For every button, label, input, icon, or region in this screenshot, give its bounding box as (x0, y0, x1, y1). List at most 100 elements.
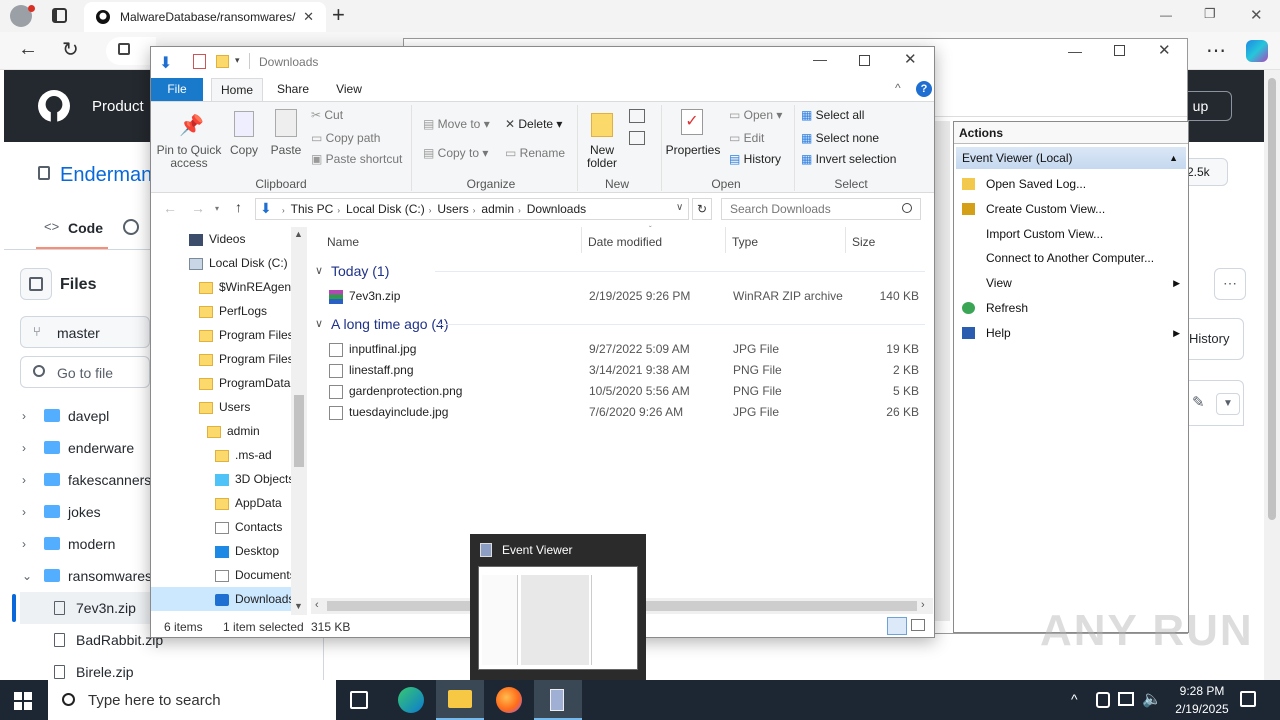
notifications-icon[interactable] (1240, 691, 1256, 707)
nav-item[interactable]: $WinREAgent (151, 275, 291, 299)
ev-section-header[interactable]: Event Viewer (Local) ▲ (956, 147, 1186, 169)
go-to-file-input[interactable]: Go to file (20, 356, 150, 388)
nav-item[interactable]: .ms-ad (151, 443, 291, 467)
edit-file-button[interactable]: ✎ ▼ (1188, 380, 1244, 426)
copy-to-button[interactable]: ▤ Copy to ▾ (423, 143, 488, 163)
file-row[interactable]: linestaff.png 3/14/2021 9:38 AM PNG File 2 … (321, 360, 931, 381)
up-arrow-icon[interactable]: ↑ (235, 199, 242, 215)
edge-icon[interactable] (398, 687, 424, 713)
nav-item[interactable]: admin (151, 419, 291, 443)
chevron-right-icon[interactable]: › (22, 400, 26, 432)
reload-icon[interactable]: ↻ (62, 37, 79, 62)
chevron-down-icon[interactable]: ⌄ (22, 560, 32, 592)
ev-minimize-button[interactable]: — (1068, 43, 1082, 59)
tab-code[interactable]: Code (68, 220, 103, 236)
restore-button[interactable]: ❐ (1204, 6, 1216, 22)
refresh-icon[interactable]: ↻ (692, 198, 712, 220)
nav-item[interactable]: Users (151, 395, 291, 419)
nav-item[interactable]: Contacts (151, 515, 291, 539)
ev-action-item[interactable]: Create Custom View... (958, 197, 1186, 221)
ev-close-button[interactable]: ✕ (1158, 41, 1171, 59)
group-chevron-icon[interactable]: ∨ (315, 314, 323, 334)
file-row[interactable]: inputfinal.jpg 9/27/2022 5:09 AM JPG File 1… (321, 339, 931, 360)
clock-date[interactable]: 2/19/2025 (1166, 702, 1238, 716)
nav-item[interactable]: Program Files (151, 323, 291, 347)
help-icon[interactable]: ? (916, 81, 932, 97)
breadcrumb-item[interactable]: This PC (291, 202, 334, 216)
paste-button[interactable]: Paste (267, 144, 305, 157)
breadcrumb-separator-icon[interactable]: › (337, 206, 340, 215)
ev-maximize-button[interactable] (1114, 45, 1125, 56)
file-group-header[interactable]: ∨ Today (1) (315, 261, 925, 281)
select-all-button[interactable]: ▦ Select all (801, 105, 864, 125)
ev-action-item[interactable]: Connect to Another Computer... (958, 246, 1186, 270)
history-ribbon-button[interactable]: ▤ History (729, 149, 781, 169)
breadcrumb-item[interactable]: admin (481, 202, 514, 216)
breadcrumb-item[interactable]: Downloads (527, 202, 586, 216)
edit-button[interactable]: ▭ Edit (729, 128, 764, 148)
copy-button[interactable]: Copy (225, 144, 263, 157)
issues-icon[interactable] (123, 219, 139, 235)
close-button[interactable]: ✕ (1250, 6, 1263, 24)
nav-item[interactable]: Videos (151, 227, 291, 251)
column-size[interactable]: Size (852, 235, 875, 249)
tab-share[interactable]: Share (269, 78, 317, 101)
file-row[interactable]: gardenprotection.png 10/5/2020 5:56 AM PNG… (321, 381, 931, 402)
firefox-icon[interactable] (496, 687, 522, 713)
chevron-right-icon[interactable]: › (22, 496, 26, 528)
more-options-button[interactable]: ⋯ (1214, 268, 1246, 300)
breadcrumb-item[interactable]: Users (437, 202, 468, 216)
clock-time[interactable]: 9:28 PM (1172, 684, 1232, 698)
address-bar[interactable]: ⬇ › This PC › Local Disk (C:) › Users › admin › D… (255, 198, 689, 220)
scroll-up-icon[interactable]: ▲ (294, 229, 303, 239)
nav-scrollbar[interactable]: ▲ ▼ (291, 227, 307, 615)
column-name[interactable]: Name (327, 235, 359, 249)
page-scrollbar-thumb[interactable] (1268, 78, 1276, 520)
breadcrumb-separator-icon[interactable]: › (282, 206, 285, 215)
search-box[interactable]: Search Downloads (721, 198, 921, 220)
quick-access-download-icon[interactable]: ⬇ (159, 53, 172, 73)
tree-item[interactable]: 7ev3n.zip (20, 592, 150, 624)
nav-item[interactable]: ProgramData (151, 371, 291, 395)
breadcrumb-separator-icon[interactable]: › (429, 206, 432, 215)
breadcrumb-item[interactable]: Local Disk (C:) (346, 202, 425, 216)
explorer-taskbar-button[interactable] (436, 680, 484, 720)
ev-action-item[interactable]: Help ▶ (958, 321, 1186, 345)
start-button[interactable] (14, 692, 32, 710)
tab-file[interactable]: File (151, 78, 203, 101)
column-date-modified[interactable]: Date modified (588, 235, 662, 249)
rename-button[interactable]: ▭ Rename (505, 143, 565, 163)
github-logo-icon[interactable] (38, 90, 70, 122)
delete-button[interactable]: ✕ Delete ▾ (505, 114, 562, 134)
scroll-left-icon[interactable]: ‹ (315, 599, 319, 611)
ev-action-item[interactable]: Refresh (958, 296, 1186, 320)
tab-close-icon[interactable]: ✕ (303, 2, 314, 32)
select-none-button[interactable]: ▦ Select none (801, 128, 879, 148)
new-folder-quick-icon[interactable] (216, 55, 229, 68)
nav-item[interactable]: Program Files (151, 347, 291, 371)
new-item-icon[interactable] (629, 109, 645, 123)
branch-selector[interactable]: ⑂ master (20, 316, 150, 348)
tray-app-icon[interactable] (1096, 692, 1110, 708)
chevron-right-icon[interactable]: › (22, 432, 26, 464)
tab-view[interactable]: View (325, 78, 373, 101)
move-to-button[interactable]: ▤ Move to ▾ (423, 114, 490, 134)
chevron-right-icon[interactable]: › (22, 464, 26, 496)
recent-locations-icon[interactable]: ▾ (215, 204, 219, 213)
properties-button[interactable]: Properties (663, 144, 723, 157)
new-folder-button[interactable]: New folder (579, 144, 625, 170)
new-tab-button[interactable]: + (332, 2, 345, 28)
volume-icon[interactable]: 🔈 (1142, 689, 1162, 709)
browser-tab[interactable]: MalwareDatabase/ransomwares/ ✕ (84, 2, 326, 32)
chevron-right-icon[interactable]: › (22, 528, 26, 560)
nav-item[interactable]: Desktop (151, 539, 291, 563)
nav-item[interactable]: 3D Objects (151, 467, 291, 491)
minimize-button[interactable]: — (1160, 8, 1172, 22)
nav-item[interactable]: AppData (151, 491, 291, 515)
address-bar[interactable] (106, 37, 156, 65)
tree-item[interactable]: › davepl (20, 400, 150, 432)
history-button[interactable]: History (1188, 318, 1244, 360)
github-product-menu[interactable]: Product (92, 98, 144, 115)
back-nav-icon[interactable]: ← (163, 200, 177, 216)
ev-action-item[interactable]: View ▶ (958, 271, 1186, 295)
